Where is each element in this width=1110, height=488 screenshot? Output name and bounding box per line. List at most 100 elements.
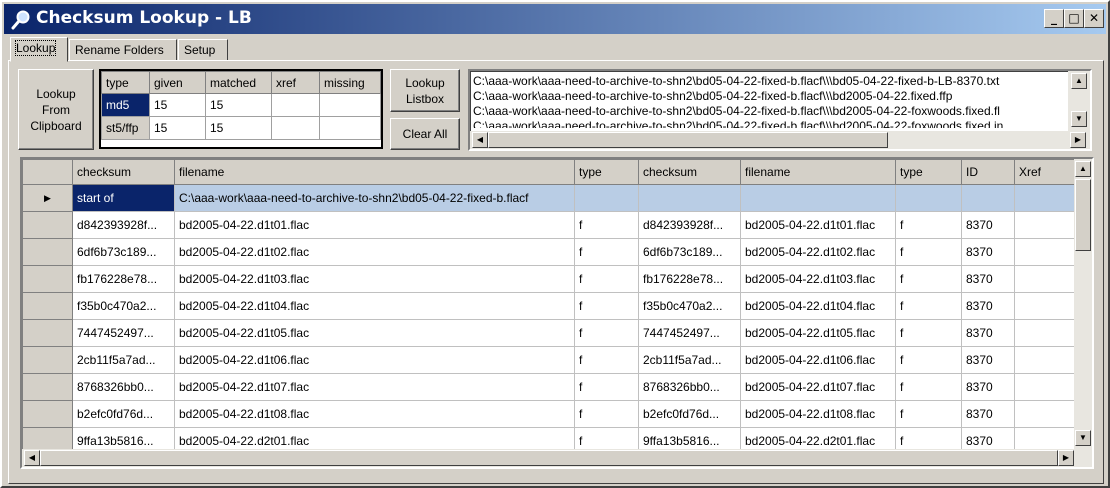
- grid-cell[interactable]: [1014, 238, 1075, 266]
- table-row[interactable]: 2cb11f5a7ad... bd2005-04-22.d1t06.flac f 2c…: [22, 346, 1075, 374]
- grid-cell[interactable]: f: [895, 400, 962, 428]
- grid-cell[interactable]: bd2005-04-22.d1t02.flac: [174, 238, 575, 266]
- row-header[interactable]: [22, 400, 73, 428]
- grid-cell[interactable]: [740, 184, 896, 212]
- clear-all-button[interactable]: Clear All: [390, 118, 460, 150]
- scroll-up-arrow-icon[interactable]: ▲: [1075, 161, 1091, 177]
- scroll-down-arrow-icon[interactable]: ▼: [1071, 111, 1087, 127]
- summary-col-type[interactable]: type: [101, 71, 150, 94]
- grid-cell[interactable]: fb176228e78...: [72, 265, 175, 293]
- grid-cell[interactable]: d842393928f...: [72, 211, 175, 239]
- grid-col-filename-2[interactable]: filename: [740, 159, 896, 185]
- grid-col-filename[interactable]: filename: [174, 159, 575, 185]
- grid-cell[interactable]: 8370: [961, 400, 1015, 428]
- grid-cell[interactable]: start of: [72, 184, 175, 212]
- listbox-item[interactable]: C:\aaa-work\aaa-need-to-archive-to-shn2\…: [473, 104, 1068, 119]
- summary-cell[interactable]: st5/ffp: [101, 116, 150, 140]
- grid-vertical-scrollbar[interactable]: ▲ ▼: [1074, 159, 1092, 449]
- grid-cell[interactable]: bd2005-04-22.d1t01.flac: [174, 211, 575, 239]
- grid-cell[interactable]: 8370: [961, 292, 1015, 320]
- scroll-left-arrow-icon[interactable]: ◀: [24, 450, 40, 466]
- grid-cell[interactable]: d842393928f...: [638, 211, 741, 239]
- row-selector-arrow-icon[interactable]: ▶: [22, 184, 73, 212]
- listbox-item[interactable]: C:\aaa-work\aaa-need-to-archive-to-shn2\…: [473, 89, 1068, 104]
- grid-cell[interactable]: f: [574, 265, 639, 293]
- grid-cell[interactable]: bd2005-04-22.d1t03.flac: [174, 265, 575, 293]
- grid-col-type-2[interactable]: type: [895, 159, 962, 185]
- grid-cell[interactable]: f: [574, 211, 639, 239]
- tab-setup[interactable]: Setup: [178, 39, 228, 61]
- grid-cell[interactable]: 8370: [961, 319, 1015, 347]
- grid-cell[interactable]: f: [574, 346, 639, 374]
- grid-cell[interactable]: [1014, 346, 1075, 374]
- grid-cell[interactable]: bd2005-04-22.d1t08.flac: [174, 400, 575, 428]
- grid-cell[interactable]: f: [895, 211, 962, 239]
- grid-cell[interactable]: [1014, 265, 1075, 293]
- scroll-right-arrow-icon[interactable]: ▶: [1058, 450, 1074, 466]
- grid-horizontal-thumb[interactable]: [40, 450, 1058, 466]
- tab-lookup[interactable]: Lookup: [10, 37, 68, 62]
- grid-cell[interactable]: 7447452497...: [72, 319, 175, 347]
- row-header[interactable]: [22, 265, 73, 293]
- table-row[interactable]: 6df6b73c189... bd2005-04-22.d1t02.flac f 6d…: [22, 238, 1075, 266]
- grid-cell[interactable]: bd2005-04-22.d1t03.flac: [740, 265, 896, 293]
- summary-cell[interactable]: 15: [205, 116, 272, 140]
- grid-cell[interactable]: 8768326bb0...: [72, 373, 175, 401]
- minimize-button[interactable]: _: [1044, 9, 1064, 28]
- grid-cell[interactable]: 6df6b73c189...: [72, 238, 175, 266]
- grid-cell[interactable]: b2efc0fd76d...: [72, 400, 175, 428]
- listbox-item[interactable]: C:\aaa-work\aaa-need-to-archive-to-shn2\…: [473, 74, 1068, 89]
- grid-cell[interactable]: 2cb11f5a7ad...: [638, 346, 741, 374]
- lookup-listbox-button[interactable]: Lookup Listbox: [390, 69, 460, 112]
- row-header[interactable]: [22, 292, 73, 320]
- grid-cell[interactable]: [1014, 211, 1075, 239]
- summary-cell[interactable]: md5: [101, 93, 150, 117]
- scroll-up-arrow-icon[interactable]: ▲: [1071, 73, 1087, 89]
- listbox-horizontal-thumb[interactable]: [488, 132, 888, 148]
- grid-cell[interactable]: bd2005-04-22.d1t08.flac: [740, 400, 896, 428]
- table-row[interactable]: ▶ start of C:\aaa-work\aaa-need-to-archive…: [22, 184, 1075, 212]
- scroll-down-arrow-icon[interactable]: ▼: [1075, 430, 1091, 446]
- close-button[interactable]: ✕: [1084, 9, 1104, 28]
- lookup-from-clipboard-button[interactable]: Lookup From Clipboard: [18, 69, 94, 150]
- grid-cell[interactable]: bd2005-04-22.d1t07.flac: [740, 373, 896, 401]
- row-header[interactable]: [22, 238, 73, 266]
- grid-cell[interactable]: 8370: [961, 373, 1015, 401]
- grid-cell[interactable]: [1014, 184, 1075, 212]
- grid-cell[interactable]: f: [574, 400, 639, 428]
- summary-cell[interactable]: 15: [149, 93, 206, 117]
- grid-col-type[interactable]: type: [574, 159, 639, 185]
- grid-cell[interactable]: [895, 184, 962, 212]
- grid-cell[interactable]: [1014, 400, 1075, 428]
- row-header[interactable]: [22, 319, 73, 347]
- scroll-right-arrow-icon[interactable]: ▶: [1070, 132, 1086, 148]
- grid-cell[interactable]: 2cb11f5a7ad...: [72, 346, 175, 374]
- grid-cell[interactable]: 8370: [961, 238, 1015, 266]
- grid-cell[interactable]: f: [895, 373, 962, 401]
- grid-cell[interactable]: f: [574, 373, 639, 401]
- table-row[interactable]: d842393928f... bd2005-04-22.d1t01.flac f d8…: [22, 211, 1075, 239]
- file-listbox[interactable]: C:\aaa-work\aaa-need-to-archive-to-shn2\…: [468, 69, 1092, 151]
- grid-cell[interactable]: f: [895, 238, 962, 266]
- maximize-button[interactable]: □: [1064, 9, 1084, 28]
- grid-cell[interactable]: b2efc0fd76d...: [638, 400, 741, 428]
- grid-corner[interactable]: [22, 159, 73, 185]
- results-grid[interactable]: checksum filename type checksum filename…: [20, 157, 1094, 469]
- table-row[interactable]: 8768326bb0... bd2005-04-22.d1t07.flac f 876…: [22, 373, 1075, 401]
- row-header[interactable]: [22, 373, 73, 401]
- listbox-vertical-scrollbar[interactable]: ▲ ▼: [1068, 71, 1090, 131]
- grid-col-id[interactable]: ID: [961, 159, 1015, 185]
- summary-cell[interactable]: [319, 116, 381, 140]
- grid-cell[interactable]: bd2005-04-22.d1t05.flac: [174, 319, 575, 347]
- listbox-horizontal-scrollbar[interactable]: ◀ ▶: [470, 131, 1090, 149]
- title-bar[interactable]: Checksum Lookup - LB _ □ ✕: [4, 4, 1106, 34]
- summary-cell[interactable]: 15: [149, 116, 206, 140]
- grid-cell[interactable]: f: [895, 346, 962, 374]
- grid-cell[interactable]: [961, 184, 1015, 212]
- summary-cell[interactable]: [271, 116, 320, 140]
- grid-cell[interactable]: bd2005-04-22.d1t06.flac: [174, 346, 575, 374]
- grid-cell[interactable]: bd2005-04-22.d1t04.flac: [174, 292, 575, 320]
- grid-cell[interactable]: [1014, 319, 1075, 347]
- grid-col-xref[interactable]: Xref: [1014, 159, 1075, 185]
- grid-cell[interactable]: bd2005-04-22.d1t06.flac: [740, 346, 896, 374]
